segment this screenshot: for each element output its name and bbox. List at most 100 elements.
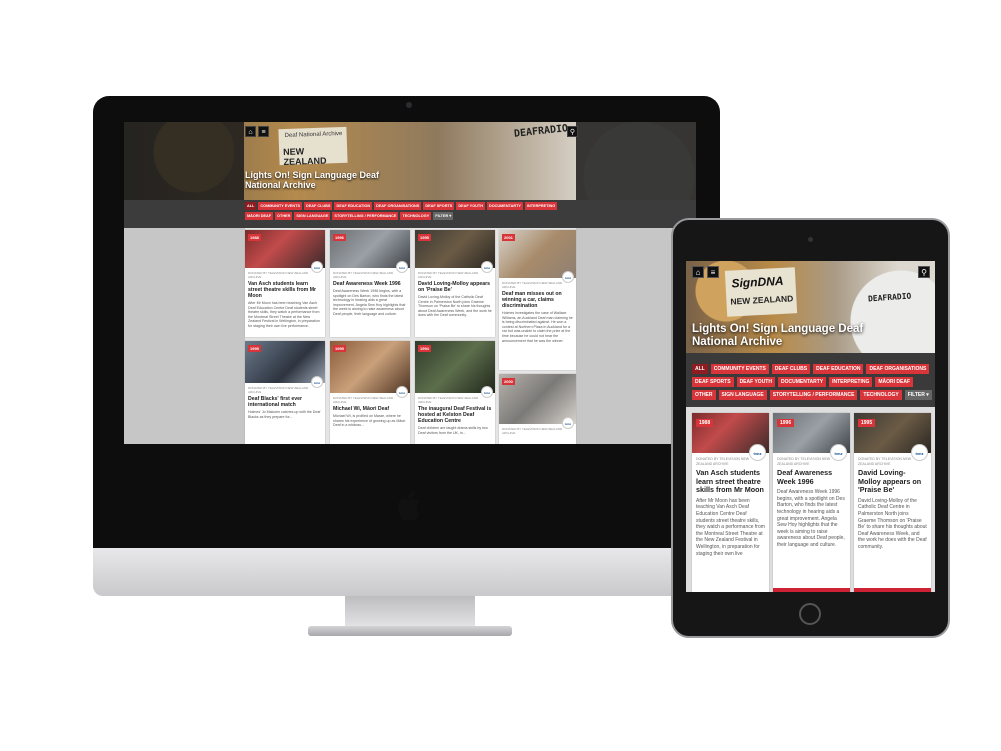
video-thumbnail[interactable]: 2000 tvnz	[499, 374, 576, 429]
card-title[interactable]: Michael Wi, Māori Deaf	[330, 404, 410, 412]
video-thumbnail[interactable]: 1994 tvnz	[415, 341, 495, 398]
video-thumbnail[interactable]: 1996 tvnz	[330, 230, 410, 273]
ipad-home-button	[799, 603, 821, 625]
card-title[interactable]: David Loving-Molloy appears on 'Praise B…	[415, 279, 495, 293]
filter-chip[interactable]: ALL	[692, 364, 708, 374]
card-description: Holmes investigates the case of Wallace …	[502, 311, 573, 343]
search-icon[interactable]: ⚲	[567, 126, 578, 137]
filter-chip[interactable]: DEAF ORGANISATIONS	[866, 364, 930, 374]
video-card[interactable]: 1988 tvnz DONATED BY TELEVISION NEW ZEALAN…	[245, 230, 325, 337]
hero-right-shade	[576, 122, 696, 200]
video-card[interactable]: 2000 tvnz DONATED BY TELEVISION NEW ZEALAN…	[499, 374, 576, 444]
filter-chip[interactable]: STORYTELLING / PERFORMANCE	[332, 212, 399, 220]
home-icon[interactable]: ⌂	[245, 126, 256, 137]
card-title[interactable]: Deaf man misses out on winning a car, cl…	[499, 289, 576, 309]
next-card-peek	[854, 588, 931, 592]
video-thumbnail[interactable]: 1988 tvnz	[692, 413, 769, 461]
tvnz-logo-icon: tvnz	[830, 444, 847, 461]
archive-label-card: Deaf National Archive NEW ZEALAND	[278, 126, 348, 168]
video-card[interactable]: 1996 tvnz DONATED BY TELEVISION NEW ZEALAN…	[330, 230, 410, 337]
video-card[interactable]: 1995 tvnz DONATED BY TELEVISION NEW ZEALAN…	[330, 341, 410, 444]
card-description: Holmes' Jo Malcolm catches up with the D…	[248, 410, 321, 419]
home-icon[interactable]: ⌂	[692, 266, 704, 278]
filter-chip[interactable]: OTHER	[275, 212, 293, 220]
card-title[interactable]: The inaugural Deaf Festival is hosted at…	[415, 404, 495, 424]
tvnz-logo-icon: tvnz	[311, 261, 323, 273]
card-description: After Mr Moon has been teaching Van Asch…	[696, 497, 765, 557]
archive-label-line1: SignDNA	[731, 273, 784, 291]
filter-chip[interactable]: DEAF YOUTH	[736, 377, 775, 387]
filter-chip[interactable]: DOCUMENTARTY	[777, 377, 827, 387]
video-card[interactable]: 1995 tvnz DONATED BY TELEVISION NEW ZEALAN…	[245, 341, 325, 444]
archive-label-line2: NEW ZEALAND	[283, 146, 327, 168]
imac-stand-foot	[308, 626, 512, 636]
ipad-screen: SignDNA NEW ZEALAND DEAFRADIO ⌂ ≡ ⚲ Ligh…	[686, 261, 935, 592]
filter-chip[interactable]: DEAF ORGANISATIONS	[374, 202, 422, 210]
filter-chip[interactable]: INTERPRETING	[524, 202, 558, 210]
filter-chip[interactable]: SIGN LANGUAGE	[294, 212, 331, 220]
year-badge: 1995	[858, 419, 876, 427]
filter-chip[interactable]: DEAF SPORTS	[423, 202, 455, 210]
device-mockup-stage: Deaf National Archive NEW ZEALAND DEAFRA…	[0, 0, 1001, 751]
card-description: Deaf Awareness Week 1996 begins, with a …	[333, 289, 406, 316]
video-card[interactable]: 1988 tvnz DONATED BY TELEVISION NEW ZEALAN…	[692, 413, 769, 592]
filter-chip[interactable]: DEAF CLUBS	[303, 202, 333, 210]
menu-icon[interactable]: ≡	[707, 266, 719, 278]
menu-icon[interactable]: ≡	[258, 126, 269, 137]
video-card[interactable]: 1995 tvnz DONATED BY TELEVISION NEW ZEALAN…	[415, 230, 495, 337]
imac-stand-neck	[345, 596, 475, 626]
filter-chip[interactable]: DOCUMENTARTY	[486, 202, 523, 210]
filter-chip[interactable]: STORYTELLING / PERFORMANCE	[769, 390, 858, 400]
card-title[interactable]: Van Asch students learn street theatre s…	[692, 466, 769, 495]
filter-chip[interactable]: COMMUNITY EVENTS	[710, 364, 769, 374]
year-badge: 1996	[333, 234, 346, 241]
filter-chip[interactable]: FILTER ▾	[433, 212, 454, 220]
search-icon[interactable]: ⚲	[918, 266, 930, 278]
filter-chip[interactable]: DEAF YOUTH	[456, 202, 485, 210]
filter-chip[interactable]: TECHNOLOGY	[860, 390, 902, 400]
video-thumbnail[interactable]: 1995 tvnz	[415, 230, 495, 273]
imac-chin	[93, 548, 720, 596]
filter-chip[interactable]: DEAF EDUCATION	[334, 202, 373, 210]
card-title[interactable]: Deaf Awareness Week 1996	[773, 466, 850, 486]
video-thumbnail[interactable]: 2001 tvnz	[499, 230, 576, 283]
year-badge: 1994	[418, 345, 431, 352]
card-title[interactable]: Van Asch students learn street theatre s…	[245, 279, 325, 299]
filter-chip[interactable]: MĀORI DEAF	[245, 212, 274, 220]
filter-chip[interactable]: DEAF CLUBS	[771, 364, 811, 374]
video-thumbnail[interactable]: 1996 tvnz	[773, 413, 850, 461]
filter-chip[interactable]: FILTER ▾	[904, 390, 932, 400]
filter-chip[interactable]: OTHER	[692, 390, 716, 400]
year-badge: 1988	[248, 234, 261, 241]
tvnz-logo-icon: tvnz	[749, 444, 766, 461]
card-description: Deaf children are taught drama skills by…	[418, 426, 488, 435]
tvnz-logo-icon: tvnz	[396, 386, 408, 398]
hero-left-shade	[124, 122, 244, 200]
filter-chip[interactable]: DEAF EDUCATION	[813, 364, 864, 374]
video-card[interactable]: 1995 tvnz DONATED BY TELEVISION NEW ZEALAN…	[854, 413, 931, 592]
archive-label-line1: Deaf National Archive	[284, 130, 343, 139]
filter-chip[interactable]: TECHNOLOGY	[400, 212, 432, 220]
card-title[interactable]: David Loving-Molloy appears on 'Praise B…	[854, 466, 931, 495]
filter-chip[interactable]: MĀORI DEAF	[875, 377, 914, 387]
filter-chip[interactable]: COMMUNITY EVENTS	[258, 202, 302, 210]
apple-logo-icon	[398, 491, 420, 521]
imac-camera	[406, 102, 412, 108]
filter-chips: ALL COMMUNITY EVENTS DEAF CLUBS DEAF EDUCAT…	[245, 202, 577, 220]
year-badge: 1995	[418, 234, 431, 241]
video-thumbnail[interactable]: 1988 tvnz	[245, 230, 325, 273]
video-thumbnail[interactable]: 1995 tvnz	[245, 341, 325, 388]
ipad-camera	[808, 237, 813, 242]
filter-chip[interactable]: ALL	[245, 202, 257, 210]
video-card[interactable]: 1996 tvnz DONATED BY TELEVISION NEW ZEALAN…	[773, 413, 850, 592]
video-thumbnail[interactable]: 1995 tvnz	[854, 413, 931, 461]
card-title[interactable]: Deaf Blacks' first ever international ma…	[245, 394, 325, 408]
filter-chip[interactable]: DEAF SPORTS	[692, 377, 734, 387]
video-card[interactable]: 1994 tvnz DONATED BY TELEVISION NEW ZEALAN…	[415, 341, 495, 444]
filter-chip[interactable]: INTERPRETING	[829, 377, 873, 387]
filter-chip[interactable]: SIGN LANGUAGE	[718, 390, 767, 400]
card-title[interactable]: Deaf Awareness Week 1996	[330, 279, 410, 287]
video-thumbnail[interactable]: 1995 tvnz	[330, 341, 410, 398]
video-card[interactable]: 2001 tvnz DONATED BY TELEVISION NEW ZEALAN…	[499, 230, 576, 370]
tvnz-logo-icon: tvnz	[311, 376, 323, 388]
